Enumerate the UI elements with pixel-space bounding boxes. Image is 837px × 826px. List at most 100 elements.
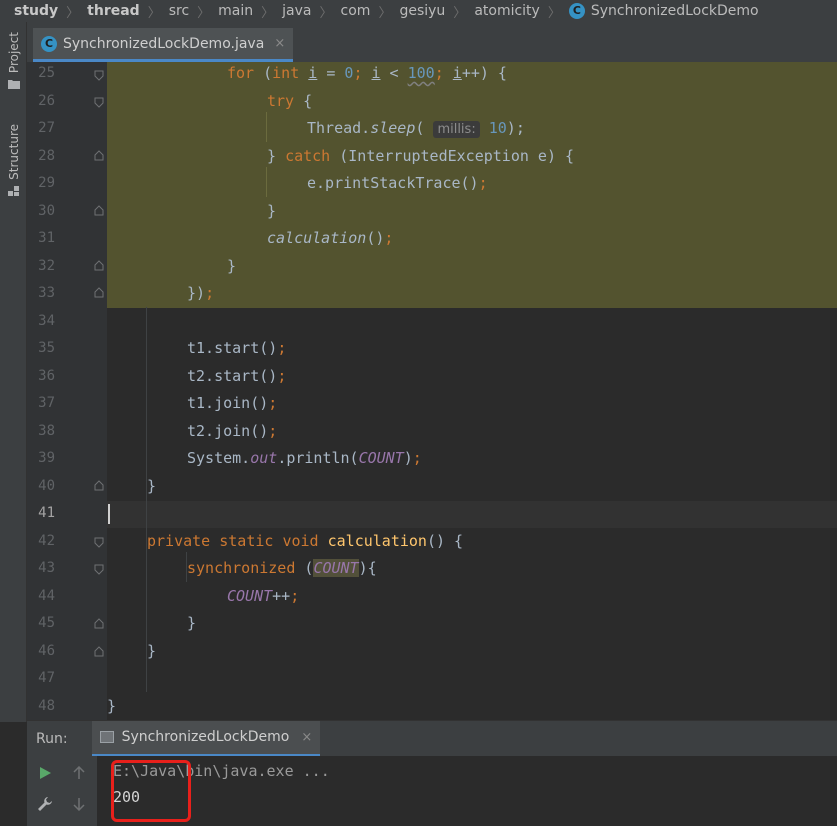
wrench-icon	[38, 797, 52, 811]
breadcrumb-class[interactable]: SynchronizedLockDemo	[568, 3, 759, 19]
fold-icon[interactable]	[94, 97, 104, 108]
chevron-right-icon: 〉	[147, 5, 161, 21]
console-icon	[99, 731, 114, 743]
chevron-right-icon: 〉	[319, 5, 333, 21]
folder-icon	[8, 80, 20, 90]
fold-icon[interactable]	[94, 646, 104, 657]
line-number: 47	[38, 670, 55, 686]
code-editor[interactable]: 25 26 27 28 29 30 31 32 33 34 35 36 37 3…	[27, 62, 837, 720]
settings-button[interactable]	[35, 794, 55, 814]
scroll-down-button[interactable]	[69, 794, 89, 814]
run-panel-body: E:\Java\bin\java.exe ... 200	[27, 756, 837, 826]
line-number: 46	[38, 642, 55, 659]
chevron-right-icon: 〉	[378, 5, 392, 21]
code-line-37: t1.join();	[187, 394, 278, 412]
code-line-36: t2.start();	[187, 366, 287, 385]
line-number: 38	[38, 422, 55, 439]
tab-synchronized-lock-demo[interactable]: SynchronizedLockDemo.java ×	[33, 28, 294, 62]
fold-icon[interactable]	[94, 480, 104, 491]
run-tab-synchronized-lock-demo[interactable]: SynchronizedLockDemo ×	[91, 720, 321, 757]
code-line-26: try {	[267, 91, 313, 110]
line-number: 29	[38, 175, 55, 191]
code-line-38: t2.join();	[187, 421, 278, 440]
scroll-up-button[interactable]	[69, 763, 89, 783]
code-line-33: });	[187, 284, 215, 302]
code-line-39: System.out.println(COUNT);	[187, 449, 422, 467]
structure-tool-tab[interactable]: Structure	[4, 124, 24, 196]
fold-icon[interactable]	[94, 618, 104, 629]
line-number: 44	[38, 587, 55, 604]
text-caret	[108, 504, 110, 524]
rerun-button[interactable]	[35, 763, 55, 783]
code-line-48: }	[107, 696, 117, 715]
breadcrumb-gesiyu[interactable]: gesiyu	[399, 3, 445, 19]
line-number: 32	[38, 257, 55, 274]
line-number: 40	[38, 477, 55, 494]
chevron-right-icon: 〉	[547, 5, 561, 21]
breadcrumb-main[interactable]: main	[218, 3, 253, 19]
fold-icon[interactable]	[94, 70, 104, 81]
line-number: 42	[38, 532, 55, 549]
line-number: 43	[38, 560, 55, 576]
line-number: 26	[38, 92, 55, 109]
fold-icon[interactable]	[94, 287, 104, 298]
code-line-29: e.printStackTrace();	[307, 174, 488, 192]
annotation-highlight-box	[111, 760, 191, 822]
code-line-30: }	[267, 201, 277, 220]
line-number: 31	[38, 230, 55, 246]
line-number: 45	[38, 615, 55, 631]
play-icon	[40, 767, 51, 779]
chevron-right-icon: 〉	[453, 5, 467, 21]
line-number: 33	[38, 285, 55, 301]
code-line-31: calculation();	[267, 229, 394, 247]
code-line-45: }	[187, 614, 197, 632]
run-toolbar	[27, 756, 97, 826]
chevron-right-icon: 〉	[66, 5, 80, 21]
line-number: 25	[38, 65, 55, 81]
code-line-25: for (int i = 0; i < 100; i++) {	[227, 64, 507, 82]
code-line-43: synchronized (COUNT){	[187, 559, 377, 577]
left-tool-strip: Project Structure	[0, 22, 27, 722]
code-area[interactable]: for (int i = 0; i < 100; i++) { try { Th…	[107, 62, 837, 720]
code-line-32: }	[227, 256, 237, 275]
line-number: 27	[38, 120, 55, 136]
arrow-down-icon	[73, 798, 85, 811]
fold-icon[interactable]	[94, 205, 104, 216]
code-line-46: }	[147, 641, 157, 660]
java-class-icon	[568, 3, 585, 19]
fold-icon[interactable]	[94, 260, 104, 271]
project-tool-label: Project	[7, 32, 21, 74]
breadcrumb: study 〉 thread 〉 src 〉 main 〉 java 〉 com…	[0, 0, 837, 22]
code-line-35: t1.start();	[187, 339, 287, 357]
line-number: 30	[38, 202, 55, 219]
breadcrumb-thread[interactable]: thread	[87, 3, 140, 19]
structure-icon	[8, 185, 19, 196]
code-line-27: Thread.sleep( millis: 10);	[307, 119, 525, 138]
run-tab-label: SynchronizedLockDemo	[121, 729, 290, 745]
chevron-right-icon: 〉	[261, 5, 275, 21]
structure-tool-label: Structure	[7, 124, 21, 180]
arrow-up-icon	[73, 766, 85, 779]
code-line-40: }	[147, 476, 157, 495]
close-icon[interactable]: ×	[301, 730, 312, 745]
breadcrumb-java[interactable]: java	[282, 3, 311, 19]
breadcrumb-com[interactable]: com	[341, 3, 371, 19]
line-number: 37	[38, 395, 55, 411]
breadcrumb-study[interactable]: study	[14, 3, 58, 19]
chevron-right-icon: 〉	[197, 5, 211, 21]
breadcrumb-src[interactable]: src	[169, 3, 189, 19]
breadcrumb-atomicity[interactable]: atomicity	[474, 3, 540, 19]
code-line-28: } catch (InterruptedException e) {	[267, 146, 575, 165]
fold-icon[interactable]	[94, 537, 104, 548]
code-line-44: COUNT++;	[227, 586, 300, 605]
line-number: 28	[38, 147, 55, 164]
run-label: Run:	[36, 730, 68, 747]
project-tool-tab[interactable]: Project	[4, 32, 24, 90]
breadcrumb-class-label: SynchronizedLockDemo	[590, 3, 759, 19]
close-icon[interactable]: ×	[274, 36, 285, 51]
line-number: 34	[38, 312, 55, 329]
java-class-icon	[41, 35, 57, 52]
fold-icon[interactable]	[94, 564, 104, 575]
fold-icon[interactable]	[94, 150, 104, 161]
code-line-42: private static void calculation() {	[147, 531, 464, 550]
